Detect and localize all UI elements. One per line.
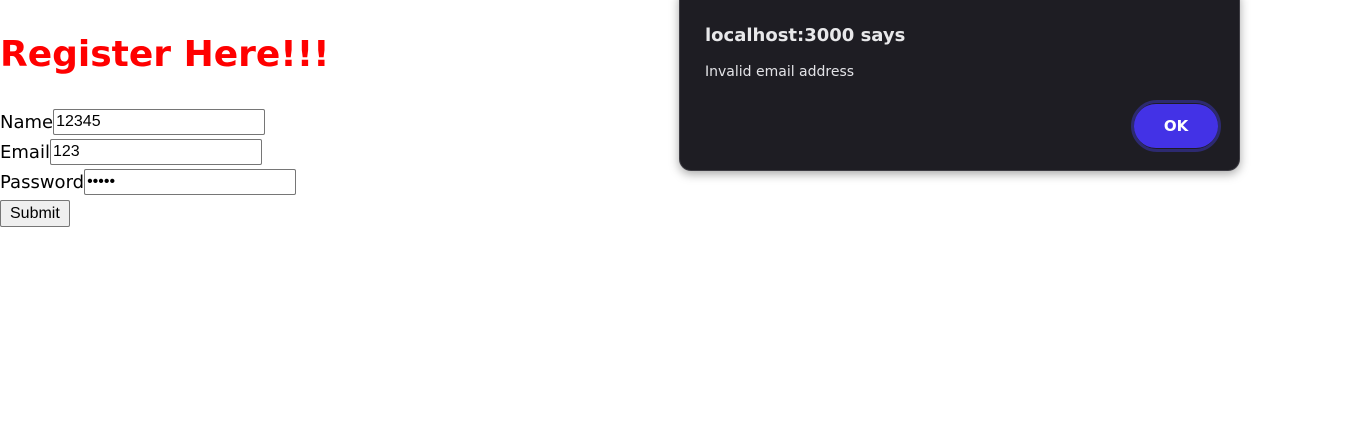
password-input[interactable]	[84, 169, 297, 195]
name-input[interactable]	[53, 109, 266, 135]
name-row: Name	[0, 109, 266, 135]
alert-message: Invalid email address	[705, 64, 855, 80]
email-row: Email	[0, 139, 262, 165]
alert-title: localhost:3000 says	[705, 25, 906, 46]
email-input[interactable]	[49, 139, 262, 165]
password-label: Password	[0, 171, 85, 193]
submit-button[interactable]: Submit	[0, 200, 70, 227]
name-label: Name	[0, 111, 54, 133]
password-row: Password	[0, 169, 297, 195]
ok-button[interactable]: OK	[1134, 104, 1218, 148]
page-title: Register Here!!!	[0, 34, 330, 75]
alert-dialog: localhost:3000 says Invalid email addres…	[679, 0, 1240, 171]
email-label: Email	[0, 141, 50, 163]
